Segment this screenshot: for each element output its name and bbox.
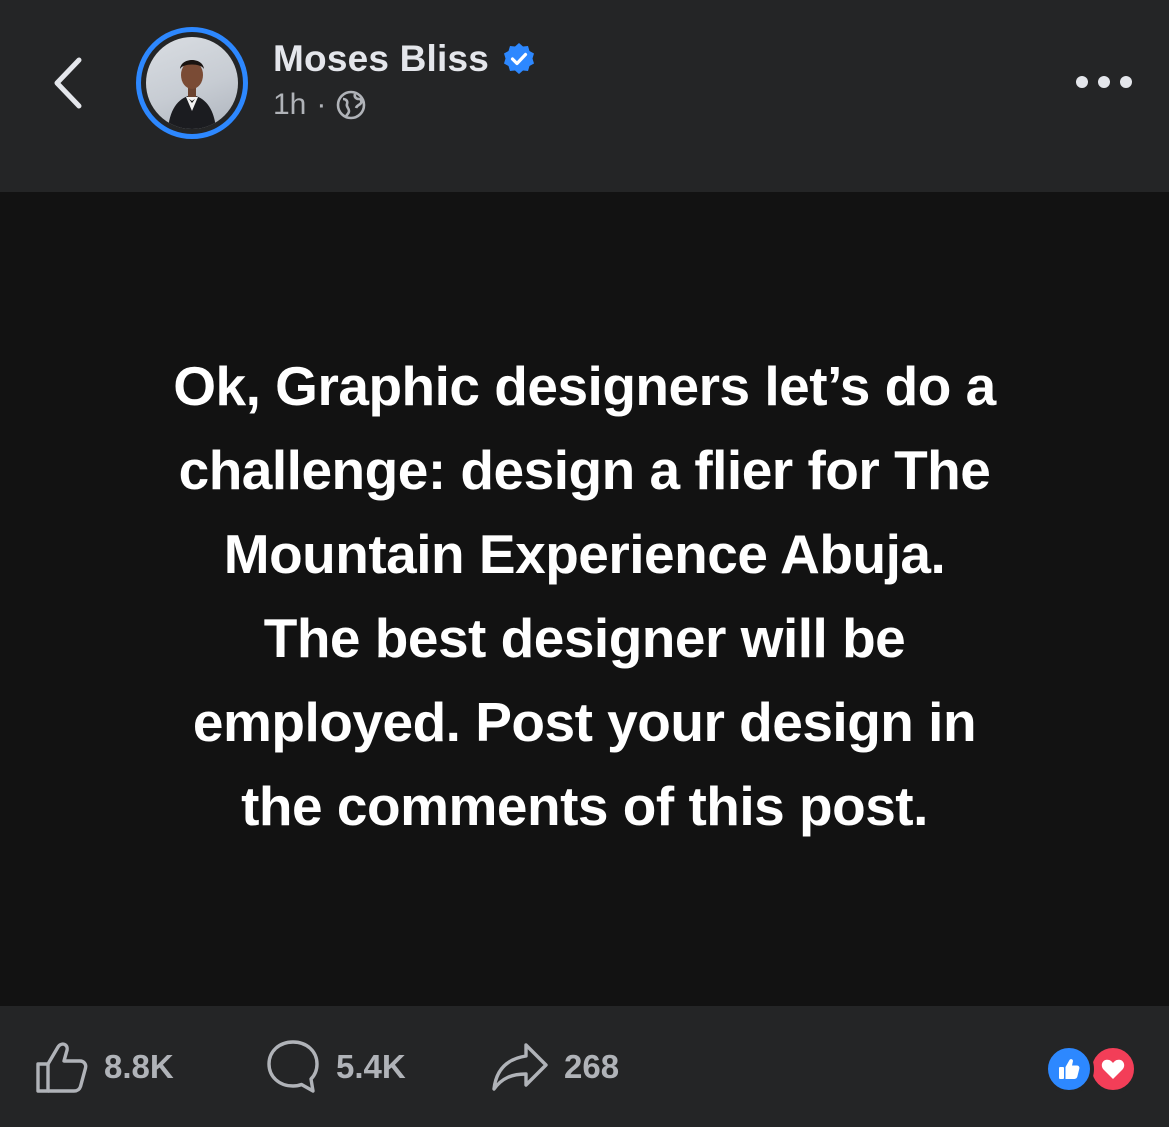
more-options-icon xyxy=(1076,76,1132,88)
love-reaction-icon xyxy=(1088,1044,1138,1094)
back-button[interactable] xyxy=(38,48,98,118)
more-options-button[interactable] xyxy=(1068,62,1140,102)
author-name[interactable]: Moses Bliss xyxy=(273,38,489,80)
like-count: 8.8K xyxy=(104,1048,174,1085)
profile-photo xyxy=(146,37,238,129)
author-row: Moses Bliss xyxy=(273,38,537,80)
like-button[interactable]: 8.8K xyxy=(34,1036,174,1098)
post-actions-bar: 8.8K 5.4K 268 xyxy=(0,1006,1169,1127)
timestamp[interactable]: 1h xyxy=(273,88,306,122)
avatar[interactable] xyxy=(136,27,248,139)
meta-separator: · xyxy=(316,88,327,121)
post-text: Ok, Graphic designers let’s do a challen… xyxy=(173,355,996,837)
comment-icon xyxy=(267,1040,319,1093)
chevron-left-icon xyxy=(54,57,82,109)
share-icon xyxy=(492,1043,548,1091)
like-reaction-icon xyxy=(1044,1044,1094,1094)
post-content: Ok, Graphic designers let’s do a challen… xyxy=(0,192,1169,1006)
share-count: 268 xyxy=(564,1048,620,1085)
post-meta: 1h · xyxy=(273,88,366,122)
post-header: Moses Bliss 1h · xyxy=(0,0,1169,192)
share-button[interactable]: 268 xyxy=(490,1036,619,1098)
thumbs-up-icon xyxy=(36,1042,88,1093)
reaction-summary[interactable] xyxy=(1044,1044,1140,1094)
comment-button[interactable]: 5.4K xyxy=(264,1036,406,1098)
verified-badge-icon xyxy=(504,43,535,74)
globe-icon xyxy=(337,90,366,120)
comment-count: 5.4K xyxy=(336,1048,406,1085)
